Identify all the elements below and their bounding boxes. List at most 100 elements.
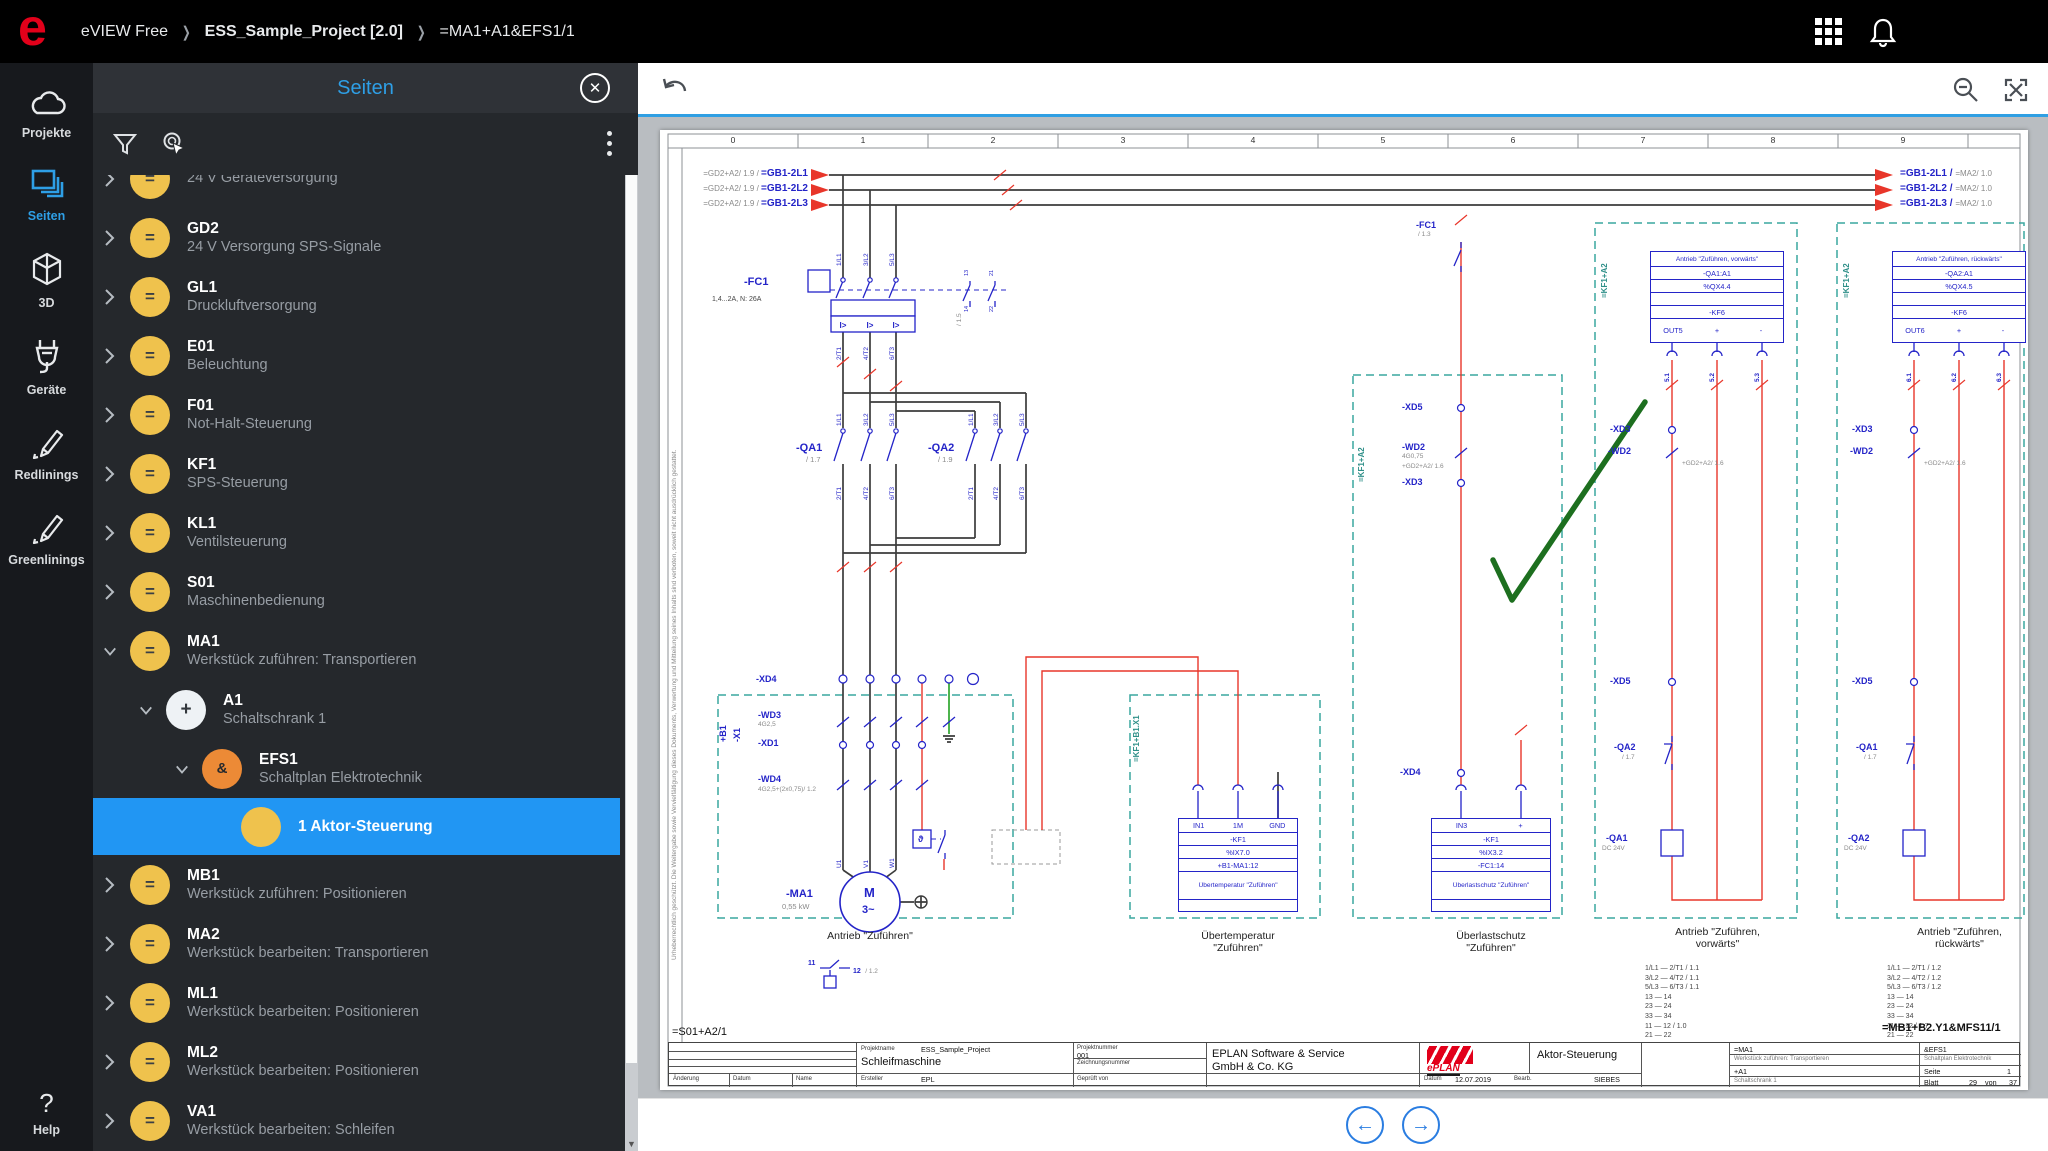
svg-text:I>: I> <box>840 321 847 330</box>
svg-text:5/L3: 5/L3 <box>889 413 896 426</box>
crossref: / 1.9 <box>938 456 953 465</box>
tree-item-efs1[interactable]: &EFS1Schaltplan Elektrotechnik <box>93 739 638 798</box>
chevron-right-icon[interactable] <box>103 876 117 894</box>
page-badge <box>241 807 281 847</box>
breadcrumb-page[interactable]: =MA1+A1&EFS1/1 <box>440 23 575 41</box>
function-caption: Antrieb "Zuführen, vorwärts" <box>1635 926 1800 950</box>
tree-item-label: EFS1Schaltplan Elektrotechnik <box>259 750 422 788</box>
crossref: / 1.7 <box>1864 754 1877 761</box>
chevron-right-icon[interactable] <box>103 175 117 188</box>
rail-label: Greenlinings <box>8 553 84 567</box>
chevron-right-icon[interactable] <box>103 465 117 483</box>
rail-item-projekte[interactable]: Projekte <box>0 89 93 140</box>
next-page-button[interactable]: → <box>1402 1106 1440 1144</box>
select-pointer-icon[interactable] <box>161 131 187 157</box>
page-badge: = <box>130 1042 170 1082</box>
pages-panel: Seiten ✕ =24 V Geräteversorgung=GD224 V … <box>93 63 638 1151</box>
panel-scrollbar[interactable]: ▼ <box>625 175 638 1151</box>
chevron-right-icon[interactable] <box>103 583 117 601</box>
app-launcher-icon[interactable] <box>1815 18 1842 45</box>
function-caption: Übertemperatur "Zuführen" <box>1168 930 1308 954</box>
tree-item-kf1[interactable]: =KF1SPS-Steuerung <box>93 444 638 503</box>
cable-src: +GD2+A2/ 1.6 <box>1924 460 1966 467</box>
ruler-number: 9 <box>1891 135 1915 145</box>
tree-item-f01[interactable]: =F01Not-Halt-Steuerung <box>93 385 638 444</box>
motor-symbol <box>840 872 900 932</box>
rail-item-3d[interactable]: 3D <box>0 251 93 310</box>
chevron-right-icon[interactable] <box>103 406 117 424</box>
bell-icon[interactable] <box>1868 16 1898 48</box>
svg-text:3/L2: 3/L2 <box>863 413 870 426</box>
rail-item-geraete[interactable]: Geräte <box>0 338 93 397</box>
structure-label: =KF1+A2 <box>1357 447 1366 482</box>
rail-item-greenlinings[interactable]: Greenlinings <box>0 510 93 567</box>
chevron-right-icon[interactable] <box>103 229 117 247</box>
chevron-right-icon[interactable] <box>103 524 117 542</box>
zoom-out-icon[interactable] <box>1952 76 1980 104</box>
tree-item-1-aktor-steuerung[interactable]: 1 Aktor-Steuerung <box>93 798 620 855</box>
breadcrumb-app[interactable]: eVIEW Free <box>81 23 168 41</box>
breadcrumb-project[interactable]: ESS_Sample_Project [2.0] <box>205 23 403 41</box>
chevron-down-icon[interactable] <box>175 760 189 778</box>
thermal-symbol: ϑ <box>918 834 923 844</box>
scrollbar-thumb[interactable] <box>626 175 637 1063</box>
chevron-right-icon[interactable] <box>103 347 117 365</box>
rail-label: Redlinings <box>15 468 79 482</box>
svg-text:1/L1: 1/L1 <box>836 253 843 266</box>
rail-label: 3D <box>39 296 55 310</box>
tree-item-label: 1 Aktor-Steuerung <box>298 817 433 836</box>
fullscreen-icon[interactable] <box>2002 76 2030 104</box>
tree-item-e01[interactable]: =E01Beleuchtung <box>93 326 638 385</box>
ruler-number: 0 <box>721 135 745 145</box>
cable-src: +GD2+A2/ 1.6 <box>1682 460 1724 467</box>
svg-text:4/T2: 4/T2 <box>863 347 870 360</box>
chevron-down-icon[interactable] <box>103 642 117 660</box>
undo-icon[interactable] <box>660 76 690 104</box>
schematic-viewport[interactable]: 1/L12/T1I>1/L12/T11/L12/T1U13/L24/T2I>3/… <box>638 120 2048 1098</box>
svg-text:2/T1: 2/T1 <box>836 347 843 360</box>
tree-item-va1[interactable]: =VA1Werkstück bearbeiten: Schleifen <box>93 1091 638 1150</box>
chevron-right-icon[interactable] <box>103 288 117 306</box>
chevron-right-icon[interactable] <box>103 994 117 1012</box>
svg-text:2/T1: 2/T1 <box>968 487 975 500</box>
ruler-number: 3 <box>1111 135 1135 145</box>
tree-item-label: GD224 V Versorgung SPS-Signale <box>187 219 381 257</box>
tree-item-a1[interactable]: +A1Schaltschrank 1 <box>93 680 638 739</box>
svg-text:W1: W1 <box>889 858 896 868</box>
motor-m: M <box>864 886 875 901</box>
tree-item-s01[interactable]: =S01Maschinenbedienung <box>93 562 638 621</box>
tree-item-ml2[interactable]: =ML2Werkstück bearbeiten: Positionieren <box>93 1032 638 1091</box>
chevron-down-icon[interactable] <box>139 701 153 719</box>
rail-item-help[interactable]: ? Help <box>0 1088 93 1137</box>
page-navigation: ← → <box>638 1098 2048 1151</box>
tree-item-mb1[interactable]: =MB1Werkstück zuführen: Positionieren <box>93 855 638 914</box>
rail-item-seiten[interactable]: Seiten <box>0 168 93 223</box>
tree-item-gd2[interactable]: =GD224 V Versorgung SPS-Signale <box>93 208 638 267</box>
tree-item-ma2[interactable]: =MA2Werkstück bearbeiten: Transportieren <box>93 914 638 973</box>
scrollbar-down-arrow[interactable]: ▼ <box>625 1139 638 1149</box>
tree-item-kl1[interactable]: =KL1Ventilsteuerung <box>93 503 638 562</box>
chevron-right-icon[interactable] <box>103 1053 117 1071</box>
coil-voltage: DC 24V <box>1602 845 1625 852</box>
eplan-logo[interactable]: e <box>18 8 47 48</box>
tree-item-label: ML1Werkstück bearbeiten: Positionieren <box>187 984 419 1022</box>
filter-icon[interactable] <box>113 132 137 156</box>
schematic-page[interactable]: 1/L12/T1I>1/L12/T11/L12/T1U13/L24/T2I>3/… <box>660 130 2028 1090</box>
more-options-icon[interactable] <box>603 127 616 160</box>
pages-panel-header: Seiten ✕ <box>93 63 638 113</box>
tree-item-24-v-geräteversorgung[interactable]: =24 V Geräteversorgung <box>93 175 638 208</box>
svg-text:5.3: 5.3 <box>1754 373 1761 382</box>
previous-page-button[interactable]: ← <box>1346 1106 1384 1144</box>
tree-item-label: F01Not-Halt-Steuerung <box>187 396 312 434</box>
tree-item-ma1[interactable]: =MA1Werkstück zuführen: Transportieren <box>93 621 638 680</box>
chevron-right-icon[interactable] <box>103 935 117 953</box>
rail-item-redlinings[interactable]: Redlinings <box>0 425 93 482</box>
svg-text:U1: U1 <box>836 859 843 868</box>
tree-item-ml1[interactable]: =ML1Werkstück bearbeiten: Positionieren <box>93 973 638 1032</box>
chevron-right-icon[interactable] <box>103 1112 117 1130</box>
tree-item-label: MA2Werkstück bearbeiten: Transportieren <box>187 925 429 963</box>
tree-item-gl1[interactable]: =GL1Druckluftversorgung <box>93 267 638 326</box>
chevron-right-icon: ❯ <box>182 23 191 41</box>
svg-text:21: 21 <box>989 270 995 276</box>
close-icon[interactable]: ✕ <box>580 73 610 103</box>
